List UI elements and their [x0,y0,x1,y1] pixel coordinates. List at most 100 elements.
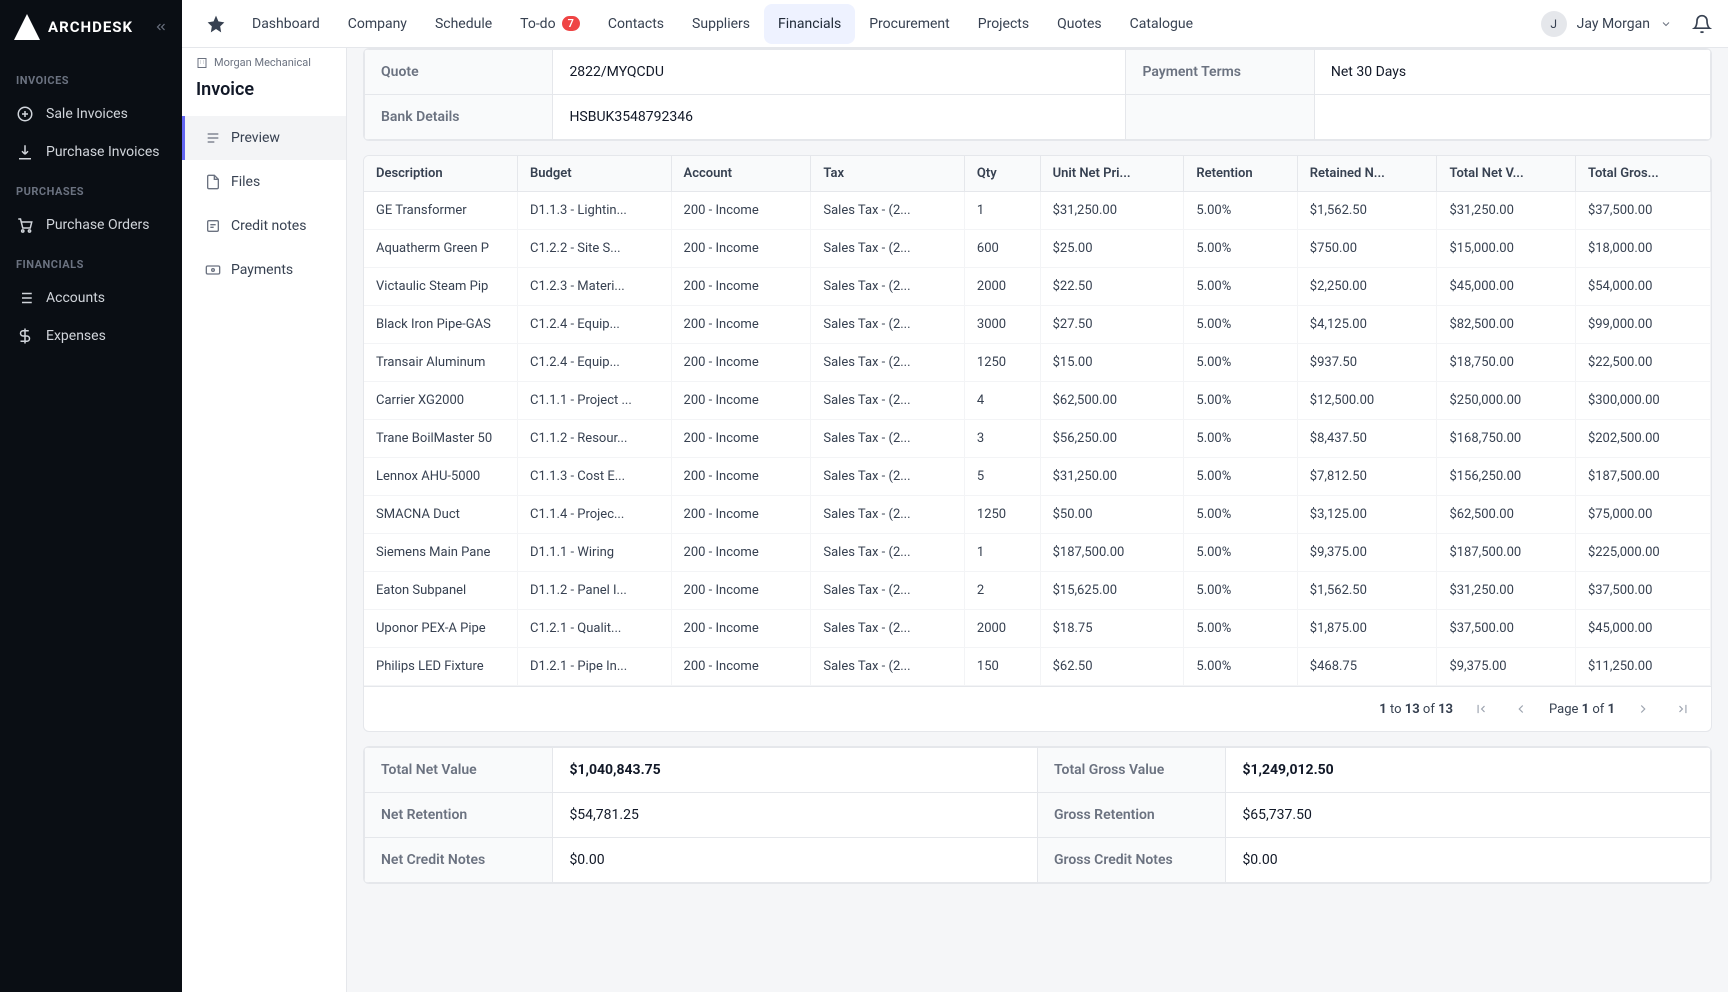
table-row[interactable]: Victaulic Steam PipC1.2.3 - Materi...200… [364,268,1711,306]
tab-payments[interactable]: Payments [182,248,346,292]
pager-prev-button[interactable] [1509,697,1533,721]
blank-label [1126,95,1314,140]
table-cell: 200 - Income [671,572,811,610]
line-items-grid[interactable]: DescriptionBudgetAccountTaxQtyUnit Net P… [364,156,1711,686]
column-header[interactable]: Retained N... [1297,156,1437,192]
topnav-company[interactable]: Company [334,4,421,44]
header-info-card: Quote 2822/MYQCDU Payment Terms Net 30 D… [363,48,1712,141]
table-cell: $54,000.00 [1575,268,1710,306]
table-cell: C1.2.2 - Site S... [518,230,672,268]
table-cell: 5.00% [1184,572,1297,610]
table-cell: 200 - Income [671,534,811,572]
table-row[interactable]: Uponor PEX-A PipeC1.2.1 - Qualit...200 -… [364,610,1711,648]
topnav-schedule[interactable]: Schedule [421,4,506,44]
table-cell: $45,000.00 [1575,610,1710,648]
column-header[interactable]: Description [364,156,518,192]
table-row[interactable]: Aquatherm Green PC1.2.2 - Site S...200 -… [364,230,1711,268]
topnav-to-do[interactable]: To-do7 [506,4,594,44]
pager-first-button[interactable] [1469,697,1493,721]
column-header[interactable]: Qty [964,156,1040,192]
tab-credit-notes[interactable]: Credit notes [182,204,346,248]
table-row[interactable]: Siemens Main PaneD1.1.1 - Wiring200 - In… [364,534,1711,572]
table-cell: $31,250.00 [1040,458,1184,496]
nav-item-purchase-orders[interactable]: Purchase Orders [0,206,182,244]
tab-preview[interactable]: Preview [182,116,346,160]
column-header[interactable]: Total Net V... [1437,156,1576,192]
table-cell: Sales Tax - (2... [811,306,965,344]
credit-notes-icon [205,218,221,234]
payment-terms-label: Payment Terms [1126,50,1314,95]
table-cell: $37,500.00 [1575,572,1710,610]
table-cell: 5.00% [1184,648,1297,686]
topnav-contacts[interactable]: Contacts [594,4,678,44]
table-cell: 5.00% [1184,306,1297,344]
nav-item-expenses[interactable]: Expenses [0,317,182,355]
table-cell: Siemens Main Pane [364,534,518,572]
column-header[interactable]: Unit Net Pri... [1040,156,1184,192]
topnav-projects[interactable]: Projects [964,4,1043,44]
topnav-procurement[interactable]: Procurement [855,4,964,44]
nav-item-purchase-invoices[interactable]: Purchase Invoices [0,133,182,171]
nav-item-label: Accounts [46,290,105,306]
table-cell: Sales Tax - (2... [811,192,965,230]
total-value: $1,249,012.50 [1226,748,1711,793]
table-cell: Eaton Subpanel [364,572,518,610]
breadcrumb[interactable]: Morgan Mechanical [182,48,346,69]
table-cell: $202,500.00 [1575,420,1710,458]
column-header[interactable]: Budget [518,156,672,192]
table-cell: Sales Tax - (2... [811,230,965,268]
topnav-quotes[interactable]: Quotes [1043,4,1116,44]
table-cell: $18,750.00 [1437,344,1576,382]
table-row[interactable]: SMACNA DuctC1.1.4 - Projec...200 - Incom… [364,496,1711,534]
user-menu[interactable]: J Jay Morgan [1541,11,1712,37]
tab-label: Credit notes [231,218,306,234]
pager-page: Page 1 of 1 [1549,702,1615,717]
table-cell: Sales Tax - (2... [811,648,965,686]
nav-item-sale-invoices[interactable]: Sale Invoices [0,95,182,133]
topnav-label: Projects [978,16,1029,32]
pager-last-button[interactable] [1671,697,1695,721]
notifications-bell-icon[interactable] [1692,14,1712,34]
topnav-label: Procurement [869,16,950,32]
table-cell: $300,000.00 [1575,382,1710,420]
table-cell: $25.00 [1040,230,1184,268]
total-label: Net Retention [365,793,553,838]
topnav-financials[interactable]: Financials [764,4,855,44]
topnav-dashboard[interactable]: Dashboard [238,4,334,44]
favorite-star-button[interactable] [198,6,234,42]
table-row[interactable]: Black Iron Pipe-GASC1.2.4 - Equip...200 … [364,306,1711,344]
table-cell: $22.50 [1040,268,1184,306]
table-cell: 1250 [964,344,1040,382]
download-icon [16,143,34,161]
column-header[interactable]: Account [671,156,811,192]
column-header[interactable]: Total Gros... [1575,156,1710,192]
table-row[interactable]: Carrier XG2000C1.1.1 - Project ...200 - … [364,382,1711,420]
pager-next-button[interactable] [1631,697,1655,721]
total-label: Total Net Value [365,748,553,793]
total-label: Total Gross Value [1038,748,1226,793]
table-row[interactable]: GE TransformerD1.1.3 - Lightin...200 - I… [364,192,1711,230]
table-row[interactable]: Transair AluminumC1.2.4 - Equip...200 - … [364,344,1711,382]
table-row[interactable]: Eaton SubpanelD1.1.2 - Panel I...200 - I… [364,572,1711,610]
table-cell: C1.1.4 - Projec... [518,496,672,534]
table-cell: $187,500.00 [1040,534,1184,572]
table-row[interactable]: Lennox AHU-5000C1.1.3 - Cost E...200 - I… [364,458,1711,496]
topnav-catalogue[interactable]: Catalogue [1116,4,1207,44]
table-row[interactable]: Trane BoilMaster 50C1.1.2 - Resour...200… [364,420,1711,458]
collapse-sidebar-icon[interactable] [154,20,168,34]
table-cell: C1.1.3 - Cost E... [518,458,672,496]
table-cell: $250,000.00 [1437,382,1576,420]
invoice-subnav: Morgan Mechanical Invoice PreviewFiles Cr… [182,48,347,992]
pager-range: 1 to 13 of 13 [1379,702,1453,717]
nav-item-accounts[interactable]: Accounts [0,279,182,317]
column-header[interactable]: Retention [1184,156,1297,192]
tab-files[interactable]: Files [182,160,346,204]
topnav-suppliers[interactable]: Suppliers [678,4,764,44]
table-cell: Aquatherm Green P [364,230,518,268]
page-title: Invoice [182,69,346,116]
column-header[interactable]: Tax [811,156,965,192]
tab-label: Payments [231,262,293,278]
table-row[interactable]: Philips LED FixtureD1.2.1 - Pipe In...20… [364,648,1711,686]
table-cell: $3,125.00 [1297,496,1437,534]
table-cell: Sales Tax - (2... [811,382,965,420]
